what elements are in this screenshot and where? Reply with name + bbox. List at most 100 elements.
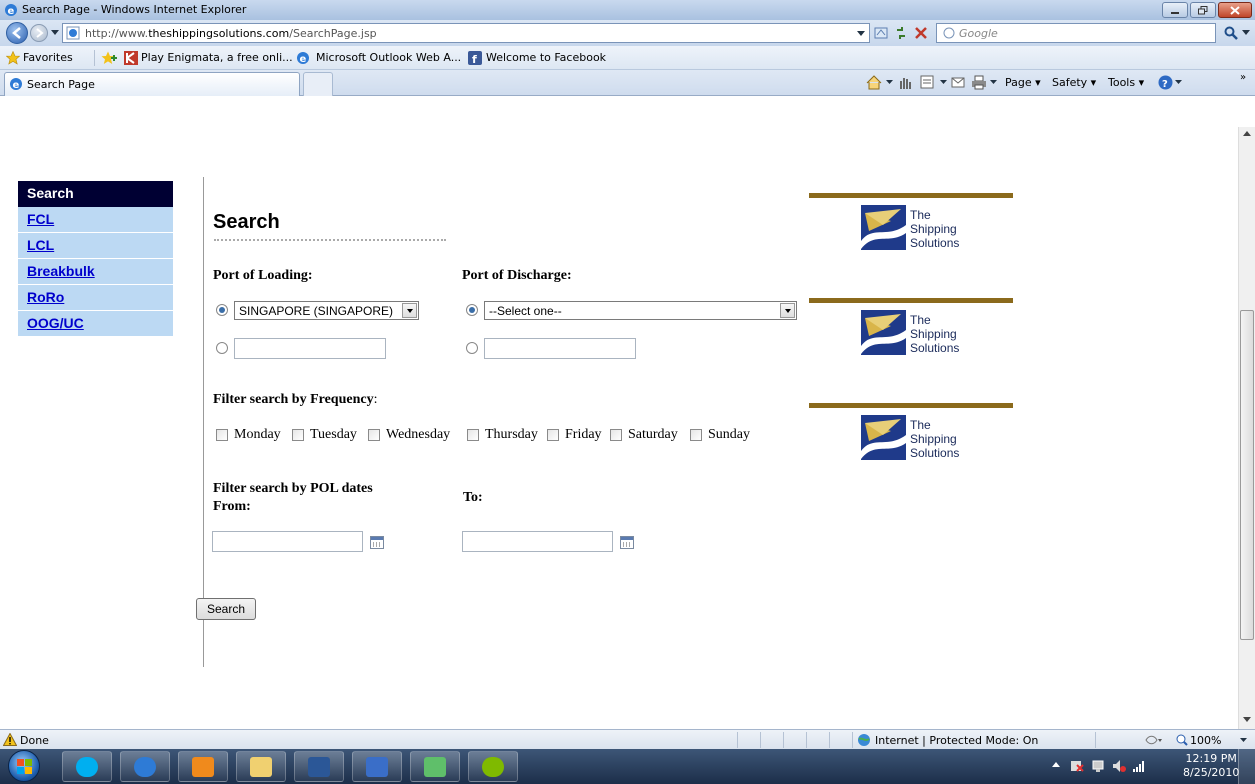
chevron-more-icon[interactable]: » xyxy=(1240,72,1246,83)
start-button[interactable] xyxy=(8,750,40,782)
window-title: Search Page - Windows Internet Explorer xyxy=(22,3,247,16)
side-nav-link-lcl[interactable]: LCL xyxy=(27,237,54,253)
favorites-star-icon xyxy=(6,51,20,65)
home-dropdown-icon[interactable] xyxy=(886,80,893,85)
network-icon[interactable] xyxy=(1091,759,1105,773)
vertical-scrollbar[interactable] xyxy=(1238,127,1255,729)
back-button[interactable] xyxy=(6,22,28,44)
mail-dropdown-icon[interactable] xyxy=(940,80,947,85)
page-menu[interactable]: Page ▾ xyxy=(1005,76,1041,89)
monday-checkbox[interactable] xyxy=(216,429,228,441)
scroll-up-icon[interactable] xyxy=(1243,131,1251,137)
folder-icon xyxy=(250,757,272,777)
port-of-discharge-text-input[interactable] xyxy=(484,338,636,359)
help-icon[interactable]: ? xyxy=(1158,75,1173,90)
show-desktop-button[interactable] xyxy=(1238,749,1255,784)
pod-text-radio[interactable] xyxy=(466,342,478,354)
favorites-button[interactable]: Favorites xyxy=(23,51,73,64)
stop-icon[interactable] xyxy=(914,26,928,40)
taskbar-skype[interactable] xyxy=(62,751,112,782)
to-date-input[interactable] xyxy=(462,531,613,552)
sunday-label: Sunday xyxy=(708,427,750,442)
feeds-icon[interactable] xyxy=(898,75,912,90)
side-nav-link-oog-uc[interactable]: OOG/UC xyxy=(27,315,84,331)
favorite-link-enigmata[interactable]: Play Enigmata, a free onli... xyxy=(141,51,293,64)
search-button[interactable]: Search xyxy=(196,598,256,620)
taskbar-media-player[interactable] xyxy=(178,751,228,782)
taskbar-word[interactable] xyxy=(294,751,344,782)
zoom-dropdown-icon[interactable] xyxy=(1240,738,1247,743)
side-nav-item-breakbulk[interactable]: Breakbulk xyxy=(18,259,173,285)
help-dropdown-icon[interactable] xyxy=(1175,80,1182,85)
side-nav-link-breakbulk[interactable]: Breakbulk xyxy=(27,263,95,279)
email-icon[interactable] xyxy=(951,76,965,88)
from-calendar-icon[interactable] xyxy=(370,536,384,549)
address-bar[interactable]: http://www.theshippingsolutions.com/Sear… xyxy=(62,23,870,43)
close-window-button[interactable] xyxy=(1218,2,1252,18)
sunday-checkbox[interactable] xyxy=(690,429,702,441)
tuesday-checkbox[interactable] xyxy=(292,429,304,441)
safety-menu[interactable]: Safety ▾ xyxy=(1052,76,1096,89)
side-nav-item-oog-uc[interactable]: OOG/UC xyxy=(18,311,173,337)
recent-pages-dropdown-icon[interactable] xyxy=(51,30,59,36)
system-clock[interactable]: 12:19 PM 8/25/2010 xyxy=(1183,752,1239,780)
tab-search-page[interactable]: e Search Page xyxy=(4,72,300,96)
security-zone[interactable]: Internet | Protected Mode: On xyxy=(875,734,1038,747)
search-icon[interactable] xyxy=(1224,26,1238,40)
side-nav-item-lcl[interactable]: LCL xyxy=(18,233,173,259)
search-options-dropdown-icon[interactable] xyxy=(1242,30,1250,36)
volume-icon[interactable] xyxy=(1112,759,1126,773)
thursday-checkbox[interactable] xyxy=(467,429,479,441)
wednesday-checkbox[interactable] xyxy=(368,429,380,441)
side-nav-item-roro[interactable]: RoRo xyxy=(18,285,173,311)
scrollbar-thumb[interactable] xyxy=(1240,310,1254,640)
page-icon xyxy=(66,26,80,40)
pol-text-radio[interactable] xyxy=(216,342,228,354)
friday-checkbox[interactable] xyxy=(547,429,559,441)
add-to-favorites-bar-icon[interactable] xyxy=(101,51,117,65)
compatibility-view-icon[interactable] xyxy=(874,26,888,40)
tools-menu[interactable]: Tools ▾ xyxy=(1108,76,1144,89)
separator xyxy=(783,732,784,748)
shipping-solutions-logo: The Shipping Solutions xyxy=(809,298,1013,368)
side-nav-link-roro[interactable]: RoRo xyxy=(27,289,64,305)
refresh-icon[interactable] xyxy=(894,26,908,40)
show-hidden-icons-icon[interactable] xyxy=(1052,762,1060,768)
saturday-checkbox[interactable] xyxy=(610,429,622,441)
minimize-button[interactable] xyxy=(1162,2,1188,18)
port-of-loading-select[interactable]: SINGAPORE (SINGAPORE) xyxy=(234,301,419,320)
scroll-down-icon[interactable] xyxy=(1243,717,1251,723)
pol-select-radio[interactable] xyxy=(216,304,228,316)
taskbar-explorer[interactable] xyxy=(236,751,286,782)
warning-icon xyxy=(3,733,17,746)
restore-button[interactable] xyxy=(1190,2,1216,18)
port-of-loading-text-input[interactable] xyxy=(234,338,386,359)
taskbar-remote-desktop[interactable] xyxy=(352,751,402,782)
favorite-link-outlook[interactable]: Microsoft Outlook Web A... xyxy=(316,51,461,64)
zoom-icon[interactable] xyxy=(1176,734,1188,746)
forward-button[interactable] xyxy=(30,24,48,42)
to-calendar-icon[interactable] xyxy=(620,536,634,549)
side-nav-item-fcl[interactable]: FCL xyxy=(18,207,173,233)
protected-mode-icon[interactable] xyxy=(1145,734,1163,746)
home-icon[interactable] xyxy=(866,75,882,90)
search-box[interactable]: Google xyxy=(936,23,1216,43)
pod-select-radio[interactable] xyxy=(466,304,478,316)
forward-arrow-icon xyxy=(36,28,44,38)
side-nav-link-fcl[interactable]: FCL xyxy=(27,211,54,227)
print-dropdown-icon[interactable] xyxy=(990,80,997,85)
favorite-link-facebook[interactable]: Welcome to Facebook xyxy=(486,51,606,64)
read-mail-icon[interactable] xyxy=(920,75,934,89)
port-of-discharge-select[interactable]: --Select one-- xyxy=(484,301,797,320)
from-date-input[interactable] xyxy=(212,531,363,552)
taskbar-internet-explorer[interactable] xyxy=(120,751,170,782)
remote-desktop-icon xyxy=(366,757,388,777)
address-dropdown-icon[interactable] xyxy=(857,31,865,37)
taskbar-messenger[interactable] xyxy=(468,751,518,782)
taskbar-app[interactable] xyxy=(410,751,460,782)
action-center-icon[interactable] xyxy=(1070,759,1084,773)
print-icon[interactable] xyxy=(971,75,987,90)
zoom-level[interactable]: 100% xyxy=(1190,734,1221,747)
signal-strength-icon[interactable] xyxy=(1132,759,1146,773)
new-tab-button[interactable] xyxy=(303,72,333,96)
